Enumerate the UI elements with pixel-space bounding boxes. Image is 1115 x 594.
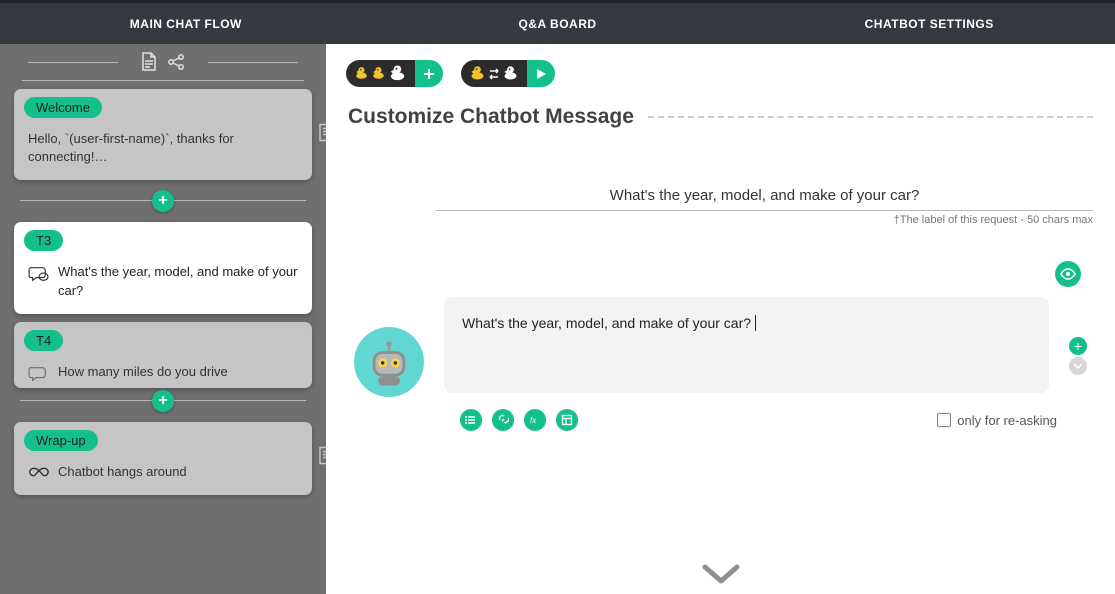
flow-card-t4[interactable]: T4 How many miles do you drive [14, 322, 312, 388]
tab-qa-board[interactable]: Q&A BOARD [372, 3, 744, 44]
duck-pill [346, 60, 415, 87]
duck-pill [461, 60, 527, 87]
section-title: Customize Chatbot Message [348, 105, 634, 129]
add-step-toolbar-button[interactable] [415, 60, 443, 87]
flow-card-wrapup[interactable]: Wrap-up Chatbot hangs around [14, 422, 312, 495]
add-step-divider: + [14, 388, 312, 414]
tab-chatbot-settings[interactable]: CHATBOT SETTINGS [743, 3, 1115, 44]
duck-group-run [461, 60, 555, 87]
reask-label: only for re-asking [957, 413, 1057, 428]
duck-group-add [346, 60, 443, 87]
swap-icon [488, 67, 500, 81]
link-icon [497, 414, 509, 426]
bot-avatar [354, 327, 424, 397]
bubble-tool-row: fx only for re-asking [460, 409, 1087, 431]
chat-icon [28, 265, 50, 283]
move-down-button[interactable] [1069, 357, 1087, 375]
chevron-down-icon [1073, 362, 1083, 370]
eye-icon [1060, 268, 1076, 280]
fx-tool-button[interactable]: fx [524, 409, 546, 431]
link-tool-button[interactable] [492, 409, 514, 431]
duck-icon [354, 66, 369, 81]
card-badge: T3 [24, 230, 63, 251]
flow-card-welcome[interactable]: Welcome Hello, `(user-first-name)`, than… [14, 89, 312, 180]
add-step-button[interactable]: + [152, 190, 174, 212]
note-icon[interactable] [318, 446, 326, 471]
svg-text:fx: fx [530, 416, 537, 425]
card-badge: T4 [24, 330, 63, 351]
share-icon[interactable] [166, 52, 186, 72]
robot-icon [362, 335, 416, 389]
message-textarea[interactable]: What's the year, model, and make of your… [444, 297, 1049, 393]
note-icon[interactable] [318, 122, 326, 147]
run-button[interactable] [527, 60, 555, 87]
label-input[interactable]: What's the year, model, and make of your… [436, 187, 1093, 204]
label-field-row: What's the year, model, and make of your… [436, 187, 1093, 211]
list-icon [465, 414, 477, 426]
duck-icon [388, 64, 407, 83]
template-tool-button[interactable] [556, 409, 578, 431]
document-icon[interactable] [140, 52, 158, 72]
expand-down-button[interactable] [701, 563, 741, 592]
action-strip [326, 44, 1115, 105]
card-text: Chatbot hangs around [58, 463, 187, 481]
card-badge: Wrap-up [24, 430, 98, 451]
function-icon: fx [529, 414, 541, 426]
template-icon [561, 414, 573, 426]
add-bubble-button[interactable]: + [1069, 337, 1087, 355]
flow-card-t3[interactable]: T3 What's the year, model, and make of y… [14, 222, 312, 313]
card-badge: Welcome [24, 97, 102, 118]
add-step-divider: + [14, 188, 312, 214]
reask-checkbox[interactable] [937, 413, 951, 427]
card-text: How many miles do you drive [58, 363, 228, 381]
duck-icon [371, 66, 386, 81]
infinity-icon [28, 465, 50, 479]
duck-icon [469, 65, 486, 82]
editor-panel: Customize Chatbot Message What's the yea… [326, 44, 1115, 594]
chat-icon [28, 365, 50, 383]
list-tool-button[interactable] [460, 409, 482, 431]
tab-main-chat-flow[interactable]: MAIN CHAT FLOW [0, 3, 372, 44]
reask-checkbox-row: only for re-asking [937, 413, 1057, 428]
preview-button[interactable] [1055, 261, 1081, 287]
flow-sidebar: Welcome Hello, `(user-first-name)`, than… [0, 44, 326, 594]
card-text: Hello, `(user-first-name)`, thanks for c… [28, 130, 298, 166]
add-step-button[interactable]: + [152, 390, 174, 412]
message-text: What's the year, model, and make of your… [462, 315, 751, 331]
label-hint: †The label of this request - 50 chars ma… [894, 210, 1093, 226]
card-text: What's the year, model, and make of your… [58, 263, 298, 299]
duck-icon [502, 65, 519, 82]
sidebar-toolbar [14, 44, 312, 80]
divider-dash [648, 116, 1093, 118]
chevron-down-icon [701, 563, 741, 587]
top-tab-bar: MAIN CHAT FLOW Q&A BOARD CHATBOT SETTING… [0, 0, 1115, 44]
